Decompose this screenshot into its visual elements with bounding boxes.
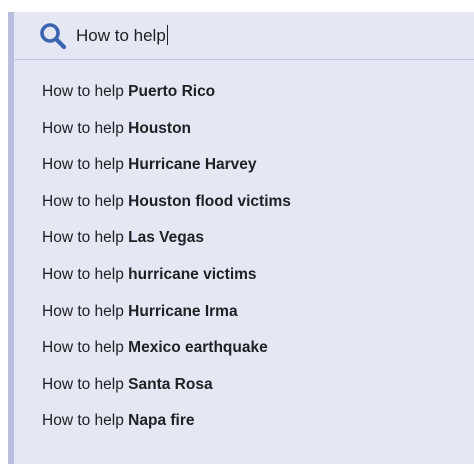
suggestion-completion: hurricane victims [128,265,257,283]
suggestion-completion: Santa Rosa [128,375,213,393]
suggestion-prefix: How to help [42,412,124,430]
suggestion-prefix: How to help [42,302,124,320]
suggestion-item[interactable]: How to help Napa fire [14,403,474,440]
suggestion-completion: Las Vegas [128,229,204,247]
suggestion-item[interactable]: How to help Houston [14,111,474,148]
suggestion-prefix: How to help [42,375,124,393]
suggestion-completion: Hurricane Harvey [128,156,257,174]
search-icon[interactable] [38,21,68,51]
search-input[interactable]: How to help [76,22,168,50]
suggestion-completion: Houston flood victims [128,192,291,210]
suggestion-completion: Puerto Rico [128,83,216,100]
suggestion-prefix: How to help [42,265,124,283]
suggestion-item[interactable]: How to help Houston flood victims [14,184,474,221]
suggestion-item[interactable]: How to help Hurricane Irma [14,294,474,331]
suggestion-item[interactable]: How to help Puerto Rico [14,74,474,111]
suggestion-prefix: How to help [42,339,124,357]
suggestion-completion: Houston [128,119,192,137]
suggestion-item[interactable]: How to help Mexico earthquake [14,330,474,367]
suggestion-item[interactable]: How to help Santa Rosa [14,367,474,404]
suggestion-prefix: How to help [42,192,124,210]
suggestion-item[interactable]: How to help Hurricane Harvey [14,147,474,184]
suggestion-completion: Napa fire [128,412,195,430]
text-caret [166,25,168,46]
suggestion-prefix: How to help [42,119,124,137]
suggestion-prefix: How to help [42,229,124,247]
suggestion-item[interactable]: How to help hurricane victims [14,257,474,294]
suggestion-prefix: How to help [42,83,124,100]
suggestion-completion: Hurricane Irma [128,302,238,320]
search-query-text: How to help [76,26,166,45]
suggestion-list: How to help Puerto Rico How to help Hous… [14,74,474,440]
suggestion-prefix: How to help [42,156,124,174]
suggestion-item[interactable]: How to help Las Vegas [14,220,474,257]
search-autocomplete-panel: How to help How to help Puerto Rico How … [8,12,474,464]
search-bar[interactable]: How to help [14,12,474,60]
suggestion-completion: Mexico earthquake [128,339,268,357]
